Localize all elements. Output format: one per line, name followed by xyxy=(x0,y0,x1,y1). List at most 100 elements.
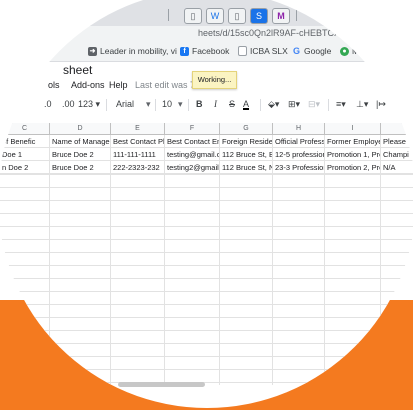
grid-row-line xyxy=(0,200,413,201)
working-toast: Working... xyxy=(192,71,237,89)
column-header[interactable]: C xyxy=(0,123,50,135)
vertical-align-icon[interactable]: ⊥▾ xyxy=(356,99,368,110)
text-wrap-icon[interactable]: |↦ xyxy=(376,99,386,110)
grid-row-line xyxy=(0,213,413,214)
table-header-cell[interactable]: Official Professic xyxy=(273,135,325,148)
bookmark-label: Message xyxy=(352,46,387,56)
bookmark-label: Facebook xyxy=(192,46,230,56)
align-left-icon[interactable]: ≡▾ xyxy=(336,99,346,110)
more-formats-button[interactable]: 123 ▾ xyxy=(78,99,100,110)
table-cell[interactable]: 23-3 Professiona xyxy=(273,161,325,174)
font-size-select[interactable]: 10 xyxy=(162,99,172,109)
column-header[interactable]: F xyxy=(165,123,220,135)
bookmark-facebook[interactable]: f Facebook xyxy=(180,46,229,56)
italic-button[interactable]: I xyxy=(214,99,217,109)
grid-column-line xyxy=(219,135,220,385)
table-cell[interactable]: Bruce Doe 2 xyxy=(50,161,111,174)
tab-favicon-m[interactable]: M xyxy=(272,8,290,24)
horizontal-scrollbar[interactable] xyxy=(118,382,205,387)
table-cell[interactable]: 112 Bruce St, Na xyxy=(220,161,273,174)
table-cell[interactable]: n Doe 2 xyxy=(0,161,50,174)
column-header[interactable]: E xyxy=(111,123,165,135)
table-cell[interactable]: Doe 1 xyxy=(0,148,50,161)
tab-separator xyxy=(168,9,169,21)
grid-row-line xyxy=(0,252,413,253)
column-header[interactable]: H xyxy=(273,123,325,135)
table-cell[interactable]: 222-2323-232 xyxy=(111,161,165,174)
grid-row-line xyxy=(0,291,413,292)
grid-row-line xyxy=(0,330,413,331)
table-header-cell[interactable]: Please xyxy=(381,135,413,148)
arrow-icon: ➜ xyxy=(88,46,97,56)
table-header-cell[interactable]: Best Contact Ph xyxy=(111,135,165,148)
browser-tab-strip: ▯ W ▯ S M xyxy=(0,0,413,26)
grid-row-line xyxy=(0,317,413,318)
font-family-select[interactable]: Arial xyxy=(116,99,134,109)
grid-column-line xyxy=(324,135,325,385)
table-header-cell[interactable]: Name of Manage xyxy=(50,135,111,148)
bookmark-label: Google xyxy=(304,46,332,56)
url-text[interactable]: heets/d/15sc0Qn2lR9AF-cHEBTCXB8mhUGsuDP7… xyxy=(198,28,413,38)
messages-icon: ● xyxy=(340,46,349,56)
toolbar-divider xyxy=(106,99,107,111)
grid-row-line xyxy=(0,356,413,357)
toolbar-divider xyxy=(328,99,329,111)
merge-cells-icon[interactable]: ⊟▾ xyxy=(308,99,320,110)
bookmark-label: ICBA SLX xyxy=(250,46,288,56)
table-cell[interactable]: testing2@gmail.c xyxy=(165,161,220,174)
grid-column-line xyxy=(272,135,273,385)
column-header[interactable] xyxy=(381,123,413,135)
table-cell[interactable]: Bruce Doe 2 xyxy=(50,148,111,161)
table-cell[interactable]: 12-5 professiona xyxy=(273,148,325,161)
column-header[interactable]: G xyxy=(220,123,273,135)
table-cell[interactable]: Promotion 1, Pro xyxy=(325,148,381,161)
tab-favicon[interactable]: ▯ xyxy=(228,8,246,24)
text-color-button[interactable]: A xyxy=(243,99,249,109)
table-cell[interactable]: Champi xyxy=(381,148,413,161)
tab-separator xyxy=(296,9,297,21)
column-header[interactable]: I xyxy=(325,123,381,135)
tab-favicon[interactable]: ▯ xyxy=(184,8,202,24)
address-bar[interactable]: heets/d/15sc0Qn2lR9AF-cHEBTCXB8mhUGsuDP7… xyxy=(0,26,413,42)
table-cell[interactable]: N/A xyxy=(381,161,413,174)
grid-row-line xyxy=(0,239,413,240)
chevron-down-icon[interactable]: ▾ xyxy=(178,99,183,110)
increase-decimal-button[interactable]: .00 xyxy=(62,99,75,109)
table-cell[interactable]: Promotion 2, Pro xyxy=(325,161,381,174)
table-cell[interactable]: testing@gmail.cc xyxy=(165,148,220,161)
strikethrough-button[interactable]: S xyxy=(229,99,235,109)
grid-row-line xyxy=(0,343,413,344)
document-title[interactable]: sheet xyxy=(63,63,92,77)
table-header-cell[interactable]: of Benefic xyxy=(0,135,50,148)
chevron-down-icon[interactable]: ▾ xyxy=(146,99,151,110)
table-header-cell[interactable]: Foreign Residenc xyxy=(220,135,273,148)
grid-column-line xyxy=(110,135,111,385)
decrease-decimal-button[interactable]: .0 xyxy=(44,99,52,109)
grid-column-line xyxy=(49,135,50,385)
grid-row-line xyxy=(0,304,413,305)
bookmark-messages[interactable]: ● Message xyxy=(340,46,387,56)
tab-favicon-s[interactable]: S xyxy=(250,8,268,24)
table-header-cell[interactable]: Former Employe xyxy=(325,135,381,148)
menu-help[interactable]: Help xyxy=(109,80,128,90)
borders-icon[interactable]: ⊞▾ xyxy=(288,99,300,110)
table-cell[interactable]: 112 Bruce St, Be xyxy=(220,148,273,161)
table-cell[interactable]: 111-111-1111 xyxy=(111,148,165,161)
grid-row-line xyxy=(0,382,413,383)
tab-favicon-w[interactable]: W xyxy=(206,8,224,24)
bookmark-google[interactable]: G Google xyxy=(292,46,331,56)
menu-tools[interactable]: ols xyxy=(48,80,60,90)
toolbar-divider xyxy=(260,99,261,111)
circular-viewport: ▯ W ▯ S M heets/d/15sc0Qn2lR9AF-cHEBTCXB… xyxy=(0,0,413,408)
grid-column-line xyxy=(380,135,381,385)
grid-row-line xyxy=(0,174,413,175)
screenshot-stage: ▯ W ▯ S M heets/d/15sc0Qn2lR9AF-cHEBTCXB… xyxy=(0,0,413,410)
bookmark-leader[interactable]: ➜ Leader in mobility, vi xyxy=(88,46,177,56)
table-header-cell[interactable]: Best Contact Em xyxy=(165,135,220,148)
bold-button[interactable]: B xyxy=(196,99,203,109)
fill-color-icon[interactable]: ⬙▾ xyxy=(268,99,279,110)
grid-row-line xyxy=(0,187,413,188)
column-header[interactable]: D xyxy=(50,123,111,135)
menu-add-ons[interactable]: Add-ons xyxy=(71,80,105,90)
bookmark-icba[interactable]: ICBA SLX xyxy=(238,46,288,56)
